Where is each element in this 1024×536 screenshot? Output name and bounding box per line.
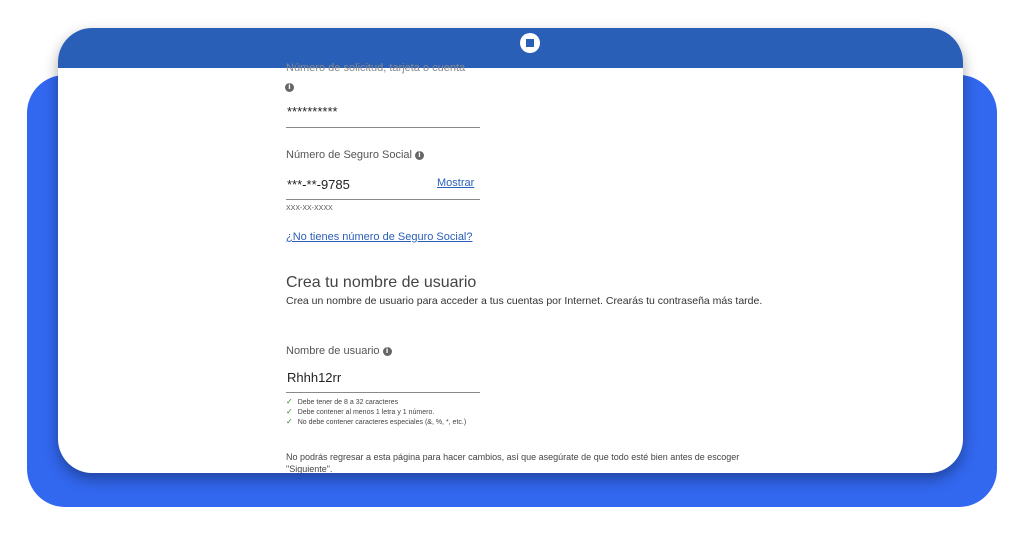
username-input[interactable]: Rhhh12rr — [287, 370, 341, 385]
chase-logo-icon — [520, 33, 540, 53]
ssn-format-hint: XXX-XX-XXXX — [286, 205, 333, 212]
info-icon[interactable]: i — [285, 83, 294, 92]
requirement-item: ✓ No debe contener caracteres especiales … — [286, 417, 466, 426]
username-description: Crea un nombre de usuario para acceder a… — [286, 295, 763, 307]
ssn-input-underline — [286, 199, 480, 200]
screenshot-card: Número de solicitud, tarjeta o cuenta i … — [58, 28, 963, 473]
account-input-underline — [286, 127, 480, 128]
requirement-text: Debe tener de 8 a 32 caracteres — [297, 399, 399, 406]
info-icon[interactable]: i — [414, 151, 424, 160]
account-label: Número de solicitud, tarjeta o cuenta — [286, 62, 466, 74]
ssn-input[interactable]: ***-**-9785 — [287, 177, 350, 192]
show-ssn-link[interactable]: Mostrar — [437, 177, 474, 189]
header-bar — [58, 28, 963, 68]
username-label-text: Nombre de usuario — [286, 345, 380, 357]
requirement-item: ✓ Debe tener de 8 a 32 caracteres — [286, 397, 398, 406]
footer-note: No podrás regresar a esta página para ha… — [286, 452, 740, 473]
ssn-label: Número de Seguro Social i — [286, 149, 424, 161]
requirement-item: ✓ Debe contener al menos 1 letra y 1 núme… — [286, 407, 434, 416]
account-input[interactable]: ********** — [287, 104, 338, 119]
check-icon: ✓ — [286, 397, 293, 406]
requirement-text: Debe contener al menos 1 letra y 1 númer… — [297, 409, 435, 416]
info-icon[interactable]: i — [382, 347, 392, 356]
check-icon: ✓ — [286, 417, 293, 426]
requirement-text: No debe contener caracteres especiales (… — [297, 419, 467, 426]
username-input-underline — [286, 392, 480, 393]
username-label: Nombre de usuario i — [286, 345, 392, 357]
no-ssn-link[interactable]: ¿No tienes número de Seguro Social? — [286, 231, 473, 243]
username-heading: Crea tu nombre de usuario — [286, 274, 477, 291]
ssn-label-text: Número de Seguro Social — [286, 149, 412, 161]
check-icon: ✓ — [286, 407, 293, 416]
